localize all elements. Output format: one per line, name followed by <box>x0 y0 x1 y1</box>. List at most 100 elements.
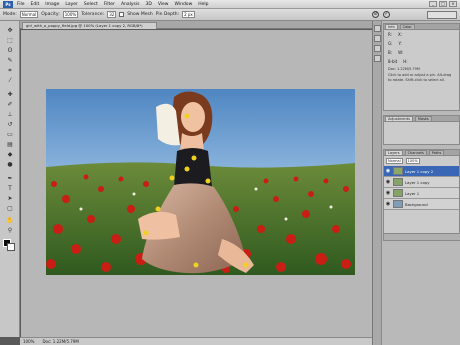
menu-3d[interactable]: 3D <box>145 2 151 7</box>
crop-tool-icon[interactable]: ⌗ <box>5 67 15 74</box>
commit-transform-icon[interactable]: ✓ <box>383 11 390 18</box>
photo-girl-in-poppy-field <box>46 89 355 275</box>
tab-paths[interactable]: Paths <box>428 150 445 155</box>
layer-row[interactable]: ◉ Background <box>384 199 459 210</box>
tolerance-field[interactable]: 32 <box>107 11 117 18</box>
eye-icon[interactable]: ◉ <box>385 190 391 196</box>
expansion-field[interactable]: 2 px <box>182 11 195 18</box>
menu-filter[interactable]: Filter <box>104 2 115 7</box>
menu-analysis[interactable]: Analysis <box>121 2 140 7</box>
tab-masks[interactable]: Masks <box>414 116 432 121</box>
background-color-swatch[interactable] <box>7 243 15 251</box>
layer-row[interactable]: ◉ Layer 1 copy <box>384 177 459 188</box>
layer-row[interactable]: ◉ Layer 1 <box>384 188 459 199</box>
move-tool-icon[interactable]: ✥ <box>5 27 15 34</box>
eraser-tool-icon[interactable]: ▭ <box>5 131 15 138</box>
layer-thumbnail <box>393 189 403 197</box>
opacity-field[interactable]: 100% <box>62 11 79 18</box>
workspace-switcher <box>427 11 457 19</box>
clone-stamp-tool-icon[interactable]: ⊥ <box>5 111 15 118</box>
info-row: G: Y: <box>384 39 459 48</box>
zoom-level[interactable]: 100% <box>23 339 34 344</box>
info-row: 8-bit H: <box>384 57 459 66</box>
tab-channels[interactable]: Channels <box>404 150 427 155</box>
layer-opacity-field[interactable]: 100% <box>405 158 420 164</box>
panel-dock: Info Color R: X: G: Y: B: W: 8-bit H: Do… <box>372 21 460 345</box>
layer-name: Layer 1 copy 2 <box>405 168 434 174</box>
lasso-tool-icon[interactable]: ʘ <box>5 47 15 54</box>
collapsed-panel-strip <box>373 21 382 345</box>
path-select-tool-icon[interactable]: ➤ <box>5 195 15 202</box>
menu-layer[interactable]: Layer <box>65 2 78 7</box>
zoom-tool-icon[interactable]: ⚲ <box>5 227 15 234</box>
character-panel-icon[interactable] <box>374 55 381 62</box>
history-panel-icon[interactable] <box>374 25 381 32</box>
info-h: H: <box>403 59 408 64</box>
info-panel: Info Color R: X: G: Y: B: W: 8-bit H: Do… <box>383 23 460 111</box>
healing-tool-icon[interactable]: ✚ <box>5 91 15 98</box>
tab-color[interactable]: Color <box>399 24 415 29</box>
quick-select-tool-icon[interactable]: ✎ <box>5 57 15 64</box>
menu-help[interactable]: Help <box>198 2 208 7</box>
mode-select[interactable]: Normal <box>19 11 39 18</box>
layers-options: Normal 100% <box>384 156 459 166</box>
menu-view[interactable]: View <box>158 2 169 7</box>
eyedropper-tool-icon[interactable]: ⁄ <box>5 77 15 84</box>
canvas-area[interactable] <box>21 30 372 337</box>
adjustments-panel: Adjustments Masks <box>383 115 460 145</box>
window-controls: _ □ × <box>429 1 457 7</box>
history-brush-tool-icon[interactable]: ↺ <box>5 121 15 128</box>
blend-mode-select[interactable]: Normal <box>386 158 403 164</box>
dodge-tool-icon[interactable]: ● <box>5 161 15 168</box>
layer-thumbnail <box>393 178 403 186</box>
type-tool-icon[interactable]: T <box>5 185 15 192</box>
info-b: B: <box>388 50 393 55</box>
shape-tool-icon[interactable]: ▢ <box>5 205 15 212</box>
brush-tool-icon[interactable]: ✐ <box>5 101 15 108</box>
maximize-button[interactable]: □ <box>439 1 447 7</box>
tab-adjustments[interactable]: Adjustments <box>385 116 413 121</box>
photoshop-window: Ps File Edit Image Layer Select Filter A… <box>0 0 460 345</box>
menu-file[interactable]: File <box>17 2 25 7</box>
menu-window[interactable]: Window <box>175 2 193 7</box>
workspace-button[interactable] <box>427 11 457 19</box>
pen-tool-icon[interactable]: ✒ <box>5 175 15 182</box>
menu-image[interactable]: Image <box>45 2 59 7</box>
close-button[interactable]: × <box>449 1 457 7</box>
actions-panel-icon[interactable] <box>374 35 381 42</box>
layer-thumbnail <box>393 167 403 175</box>
hand-tool-icon[interactable]: ✋ <box>5 217 15 224</box>
marquee-tool-icon[interactable]: ⬚ <box>5 37 15 44</box>
minimize-button[interactable]: _ <box>429 1 437 7</box>
app-logo: Ps <box>3 0 13 8</box>
document-tab[interactable]: girl_with_a_poppy_field.jpg @ 100% (Laye… <box>22 22 157 29</box>
eye-icon[interactable]: ◉ <box>385 179 391 185</box>
show-mesh-label: Show Mesh <box>127 12 153 17</box>
opacity-label: Opacity: <box>41 12 60 17</box>
menu-select[interactable]: Select <box>84 2 98 7</box>
gradient-tool-icon[interactable]: ▤ <box>5 141 15 148</box>
tab-info[interactable]: Info <box>385 24 398 29</box>
menu-edit[interactable]: Edit <box>31 2 40 7</box>
show-mesh-checkbox[interactable] <box>119 12 125 17</box>
adjustments-panel-tabs: Adjustments Masks <box>384 116 459 122</box>
brushes-panel-icon[interactable] <box>374 45 381 52</box>
eye-icon[interactable]: ◉ <box>385 168 391 174</box>
layer-name: Layer 1 <box>405 190 420 196</box>
eye-icon[interactable]: ◉ <box>385 201 391 207</box>
layers-panel-footer <box>384 233 460 240</box>
tolerance-label: Tolerance: <box>81 12 105 17</box>
info-x: X: <box>398 32 403 37</box>
pin-depth-label: Pin Depth: <box>155 12 180 17</box>
blur-tool-icon[interactable]: ◆ <box>5 151 15 158</box>
tab-layers[interactable]: Layers <box>385 150 403 155</box>
options-icons: ⊘ ✓ <box>372 11 390 18</box>
layer-row[interactable]: ◉ Layer 1 copy 2 <box>384 166 459 177</box>
info-r: R: <box>388 32 393 37</box>
options-bar: Mode: Normal Opacity: 100% Tolerance: 32… <box>0 9 460 21</box>
document-canvas[interactable] <box>46 89 355 275</box>
document-size: Doc: 1.22M/5.79M <box>42 339 79 344</box>
cancel-transform-icon[interactable]: ⊘ <box>372 11 379 18</box>
layer-thumbnail <box>393 200 403 208</box>
info-g: G: <box>388 41 393 46</box>
